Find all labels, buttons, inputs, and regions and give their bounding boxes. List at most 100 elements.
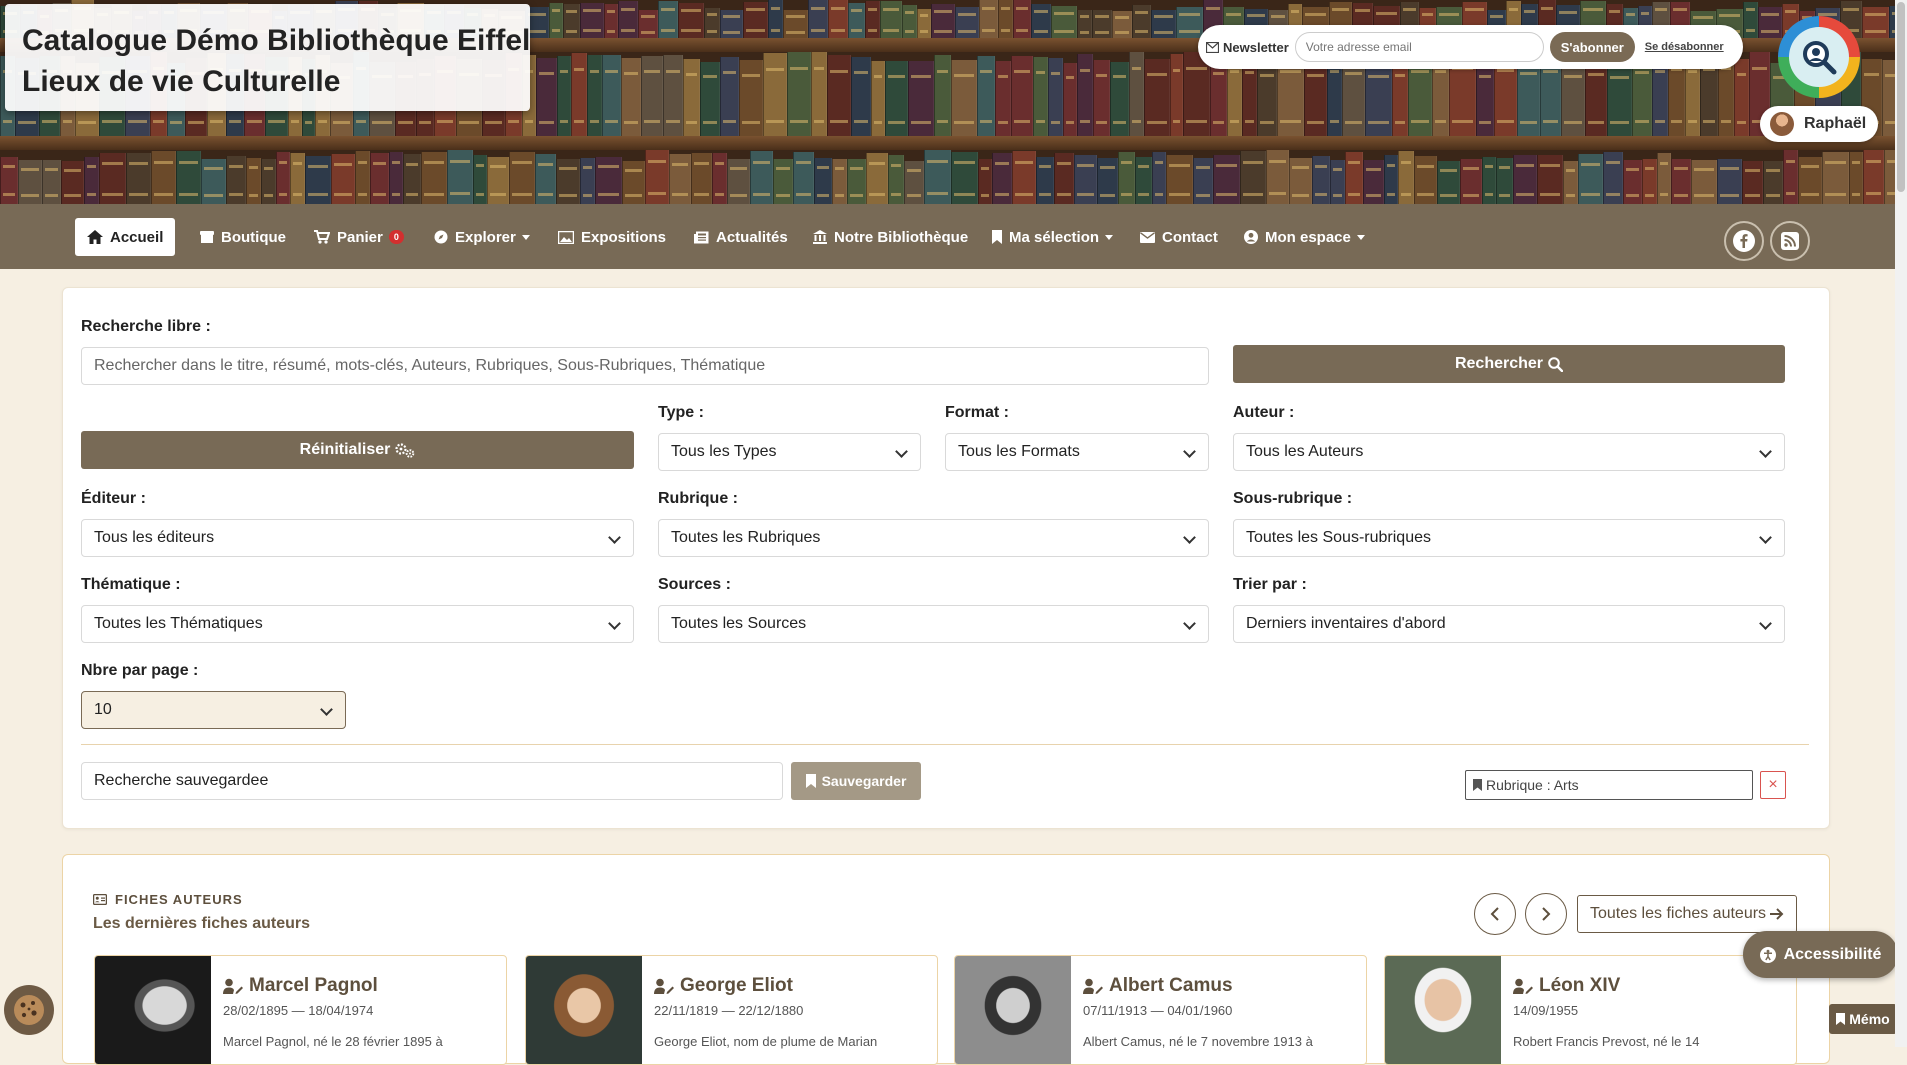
memo-label: Mémo — [1849, 1011, 1890, 1027]
carousel-next-button[interactable] — [1525, 893, 1567, 935]
book-spine — [556, 159, 581, 204]
book-spine — [580, 158, 596, 204]
book-spine — [851, 57, 871, 136]
accessibility-button[interactable]: Accessibilité — [1743, 931, 1898, 978]
book-spine — [739, 60, 764, 136]
type-select[interactable]: Tous les Types — [658, 433, 921, 471]
rss-icon — [1781, 232, 1799, 250]
nav-expositions[interactable]: Expositions — [558, 218, 666, 256]
authors-title: Les dernières fiches auteurs — [93, 915, 310, 932]
cookie-settings-button[interactable] — [4, 985, 54, 1035]
search-button[interactable]: Rechercher — [1233, 345, 1785, 383]
book-spine — [699, 62, 720, 136]
book-spine — [1128, 52, 1144, 136]
theme-select[interactable]: Toutes les Thématiques — [81, 605, 634, 643]
book-spine — [1513, 155, 1538, 204]
memo-button[interactable]: Mémo — [1829, 1004, 1897, 1034]
format-select[interactable]: Tous les Formats — [945, 433, 1209, 471]
save-search-button[interactable]: Sauvegarder — [791, 762, 921, 800]
accessibility-label: Accessibilité — [1783, 945, 1882, 963]
book-spine — [446, 150, 474, 204]
book-spine — [305, 156, 331, 204]
book-spine — [934, 55, 951, 136]
author-card[interactable]: Léon XIV 14/09/1955 Robert Francis Prevo… — [1384, 955, 1797, 1065]
author-card[interactable]: Albert Camus 07/11/1913 — 04/01/1960 Alb… — [954, 955, 1367, 1065]
per-page-select[interactable]: 10 — [81, 691, 346, 729]
book-spine — [604, 4, 618, 38]
scrollbar-thumb[interactable] — [1897, 2, 1905, 192]
nav-notre-bibliotheque[interactable]: Notre Bibliothèque — [813, 218, 968, 256]
shelf-board — [0, 136, 1907, 150]
book-spine — [1562, 161, 1578, 204]
nav-actualites[interactable]: Actualités — [694, 218, 788, 256]
book-spine — [1670, 159, 1691, 204]
newsletter-email-input[interactable] — [1294, 32, 1544, 62]
avatar — [1770, 112, 1794, 136]
author-dates: 22/11/1819 — 22/12/1880 — [654, 1003, 804, 1018]
book-spine — [848, 3, 865, 38]
sort-label: Trier par : — [1233, 576, 1307, 593]
facebook-button[interactable] — [1724, 221, 1764, 261]
book-spine — [402, 154, 421, 204]
nav-label: Actualités — [716, 228, 788, 246]
publisher-select[interactable]: Tous les éditeurs — [81, 519, 634, 557]
nav-contact[interactable]: Contact — [1140, 218, 1218, 256]
nav-ma-selection[interactable]: Ma sélection — [992, 218, 1114, 256]
user-menu[interactable]: Raphaël — [1760, 106, 1878, 142]
book-spine — [1622, 160, 1642, 204]
reset-button[interactable]: Réinitialiser — [81, 431, 634, 469]
author-name-text: Albert Camus — [1109, 975, 1233, 996]
book-spine — [808, 0, 828, 38]
newsletter-label: Newsletter — [1223, 39, 1289, 55]
book-spine — [595, 157, 622, 204]
unsubscribe-link[interactable]: Se désabonner — [1645, 41, 1724, 53]
nav-explorer[interactable]: Explorer — [434, 218, 530, 256]
active-filter-tag[interactable]: Rubrique : Arts — [1465, 770, 1753, 800]
rss-button[interactable] — [1770, 221, 1810, 261]
book-spine — [17, 160, 42, 204]
saved-search-input[interactable]: Recherche sauvegardee — [81, 762, 783, 800]
site-title[interactable]: Catalogue Démo Bibliothèque Eiffel Lieux… — [5, 4, 530, 111]
remove-filter-button[interactable]: × — [1760, 771, 1786, 799]
cart-icon — [314, 230, 330, 244]
book-spine — [602, 55, 621, 136]
user-pen-icon — [1513, 978, 1533, 994]
page-scrollbar[interactable] — [1895, 0, 1907, 1047]
book-spine — [1460, 159, 1483, 204]
nav-mon-espace[interactable]: Mon espace — [1244, 218, 1365, 256]
free-search-input[interactable]: Rechercher dans le titre, résumé, mots-c… — [81, 347, 1209, 385]
author-dates: 07/11/1913 — 04/01/1960 — [1083, 1003, 1233, 1018]
book-spine — [904, 161, 925, 204]
book-spine — [246, 158, 262, 204]
book-spine — [870, 61, 885, 136]
nav-accueil[interactable]: Accueil — [75, 218, 176, 256]
chevron-down-icon — [1356, 234, 1365, 240]
nav-boutique[interactable]: Boutique — [200, 218, 286, 256]
sort-select[interactable]: Derniers inventaires d'abord — [1233, 605, 1785, 643]
book-spine — [1560, 62, 1585, 136]
book-spine — [955, 7, 979, 38]
book-spine — [41, 160, 61, 204]
book-spine — [290, 153, 306, 204]
book-spine — [1475, 61, 1494, 136]
nav-panier[interactable]: Panier 0 — [314, 218, 404, 256]
magnifier-logo-icon[interactable] — [1778, 16, 1860, 98]
subrubric-select[interactable]: Toutes les Sous-rubriques — [1233, 519, 1785, 557]
author-select[interactable]: Tous les Auteurs — [1233, 433, 1785, 471]
book-spine — [1092, 10, 1112, 38]
chevron-right-icon — [1542, 907, 1551, 921]
carousel-prev-button[interactable] — [1474, 893, 1516, 935]
book-spine — [1862, 7, 1889, 38]
author-card[interactable]: George Eliot 22/11/1819 — 22/12/1880 Geo… — [525, 955, 938, 1065]
all-author-files-button[interactable]: Toutes les fiches auteurs — [1577, 895, 1797, 933]
sources-select[interactable]: Toutes les Sources — [658, 605, 1209, 643]
book-spine — [83, 157, 99, 204]
book-spine — [995, 61, 1012, 136]
publisher-label: Éditeur : — [81, 490, 146, 507]
subscribe-button[interactable]: S'abonner — [1549, 32, 1635, 62]
rubric-select[interactable]: Toutes les Rubriques — [658, 519, 1209, 557]
user-pen-icon — [223, 978, 243, 994]
all-author-files-label: Toutes les fiches auteurs — [1589, 905, 1767, 922]
author-card[interactable]: Marcel Pagnol 28/02/1895 — 18/04/1974 Ma… — [94, 955, 507, 1065]
book-spine — [1210, 58, 1227, 136]
